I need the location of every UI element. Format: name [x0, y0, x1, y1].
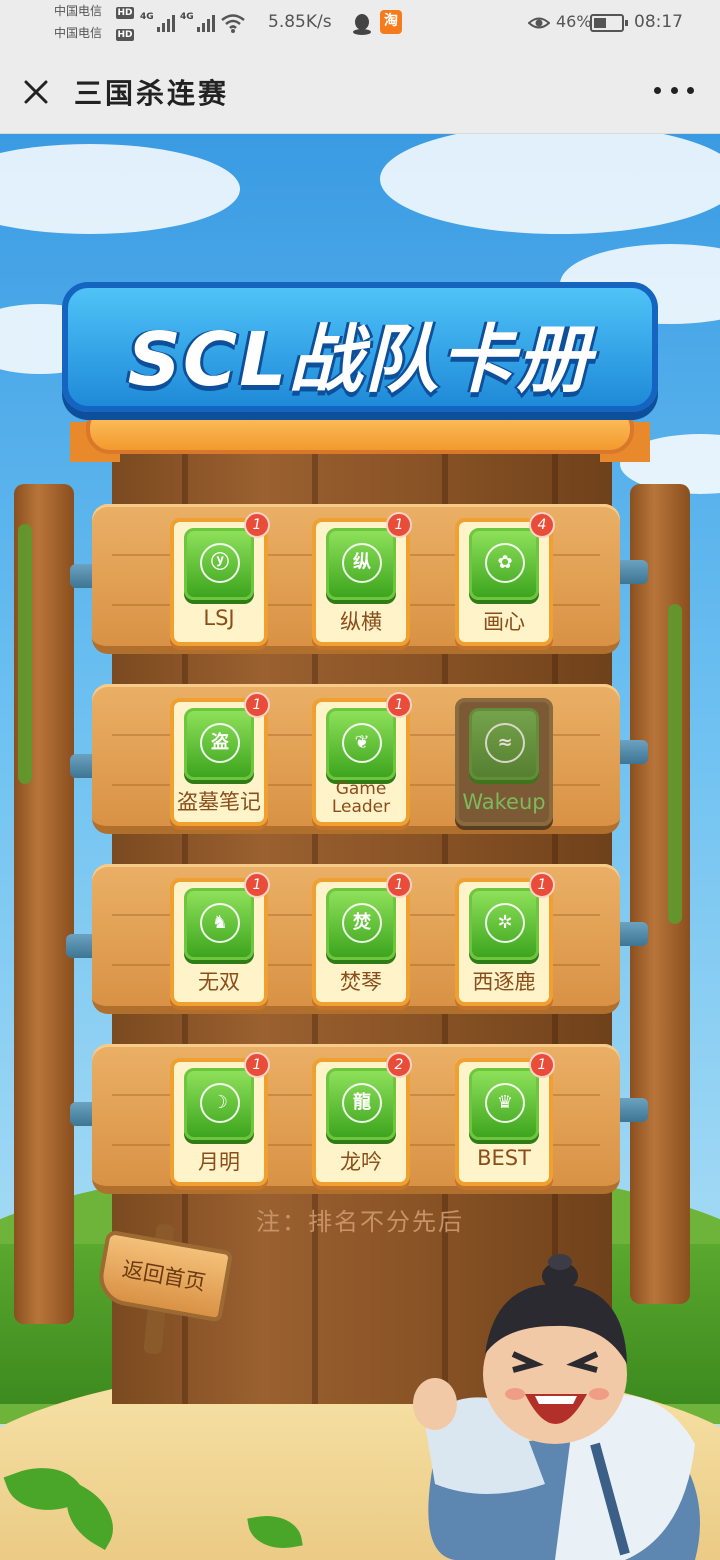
team-name: 龙吟: [340, 1150, 382, 1174]
team-logo: ❦: [326, 708, 396, 780]
team-name: 画心: [483, 610, 525, 634]
team-logo: 焚: [326, 888, 396, 960]
team-card-xizhulu[interactable]: ✲ 西逐鹿 1: [455, 872, 555, 1006]
team-name: BEST: [477, 1146, 531, 1170]
signal-icon: 4G: [140, 12, 175, 32]
dot-icon: [687, 86, 694, 94]
carrier-1: 中国电信: [54, 4, 103, 18]
count-badge: 1: [244, 1052, 270, 1078]
title-bar: 三国杀连赛: [0, 50, 720, 134]
cloud: [0, 144, 240, 234]
team-name: 西逐鹿: [472, 970, 536, 994]
team-card-longyin[interactable]: 龍 龙吟 2: [312, 1052, 412, 1186]
count-badge: 1: [386, 692, 412, 718]
team-card-wakeup[interactable]: ≈ Wakeup: [455, 698, 553, 826]
count-badge: 2: [386, 1052, 412, 1078]
more-options-button[interactable]: [654, 78, 694, 102]
team-logo: ♞: [184, 888, 254, 960]
hd-badge-2: HD: [116, 29, 134, 41]
signal-icon-2: 4G: [180, 12, 215, 32]
page-title: 三国杀连赛: [74, 77, 230, 110]
count-badge: 1: [529, 1052, 555, 1078]
count-badge: 1: [244, 512, 270, 538]
net-speed: 5.85K/s: [268, 12, 332, 32]
team-logo: ≈: [469, 708, 539, 780]
banner: SCL战队卡册: [62, 282, 658, 412]
clock: 08:17: [634, 12, 683, 32]
count-badge: 4: [529, 512, 555, 538]
taobao-icon: 淘: [380, 10, 402, 34]
battery-icon: [590, 14, 628, 32]
ranking-note: 注：排名不分先后: [256, 1208, 464, 1236]
close-icon[interactable]: [18, 74, 54, 110]
team-card-game-leader[interactable]: ❦ Game Leader 1: [312, 692, 412, 826]
dot-icon: [670, 86, 678, 94]
team-name: Wakeup: [462, 790, 546, 814]
wifi-icon: [221, 14, 245, 33]
left-post: [14, 484, 74, 1324]
banner-title: SCL战队卡册: [127, 317, 593, 403]
carrier-2: 中国电信: [54, 26, 103, 40]
count-badge: 1: [386, 872, 412, 898]
cloud: [380, 134, 720, 234]
team-logo: 盗: [184, 708, 254, 780]
mascot-character: [413, 1254, 700, 1560]
team-name: Game Leader: [331, 779, 391, 817]
team-name: 月明: [198, 1150, 240, 1174]
team-name: 纵横: [340, 610, 382, 634]
back-home-label: 返回首页: [120, 1256, 208, 1296]
team-name: 焚琴: [340, 970, 382, 994]
team-name: 盗墓笔记: [177, 790, 261, 814]
count-badge: 1: [244, 692, 270, 718]
count-badge: 1: [386, 512, 412, 538]
net-type-label-2: 4G: [180, 12, 194, 22]
team-card-yueming[interactable]: ☽ 月明 1: [170, 1052, 270, 1186]
eye-icon: [528, 17, 550, 29]
team-card-best[interactable]: ♛ BEST 1: [455, 1052, 555, 1186]
team-card-fenqin[interactable]: 焚 焚琴 1: [312, 872, 412, 1006]
team-card-scene: SCL战队卡册 ⓨ LSJ 1 纵 纵横 1 ✿ 画心 4 盗 盗墓笔记 1 ❦…: [0, 134, 720, 1560]
hd-badge-1: HD: [116, 7, 134, 19]
team-logo: 龍: [326, 1068, 396, 1140]
count-badge: 1: [529, 872, 555, 898]
team-logo: ⓨ: [184, 528, 254, 600]
team-name: 无双: [198, 970, 240, 994]
team-logo: ☽: [184, 1068, 254, 1140]
qq-icon: [353, 14, 371, 35]
team-card-lsj[interactable]: ⓨ LSJ 1: [170, 512, 270, 646]
team-card-daomu[interactable]: 盗 盗墓笔记 1: [170, 692, 270, 826]
status-bar: 中国电信 中国电信 HD HD 4G 4G 5.85K/s 淘 46% 08:1…: [0, 0, 720, 50]
count-badge: 1: [244, 872, 270, 898]
right-post: [630, 484, 690, 1304]
battery-percent: 46%: [556, 12, 592, 31]
team-logo: ✲: [469, 888, 539, 960]
team-card-zongheng[interactable]: 纵 纵横 1: [312, 512, 412, 646]
net-type-label: 4G: [140, 12, 154, 22]
dot-icon: [654, 86, 661, 94]
team-card-wushuang[interactable]: ♞ 无双 1: [170, 872, 270, 1006]
team-logo: ♛: [469, 1068, 539, 1140]
team-logo: 纵: [326, 528, 396, 600]
team-card-huaxin[interactable]: ✿ 画心 4: [455, 512, 555, 646]
team-logo: ✿: [469, 528, 539, 600]
team-name: LSJ: [203, 606, 235, 630]
